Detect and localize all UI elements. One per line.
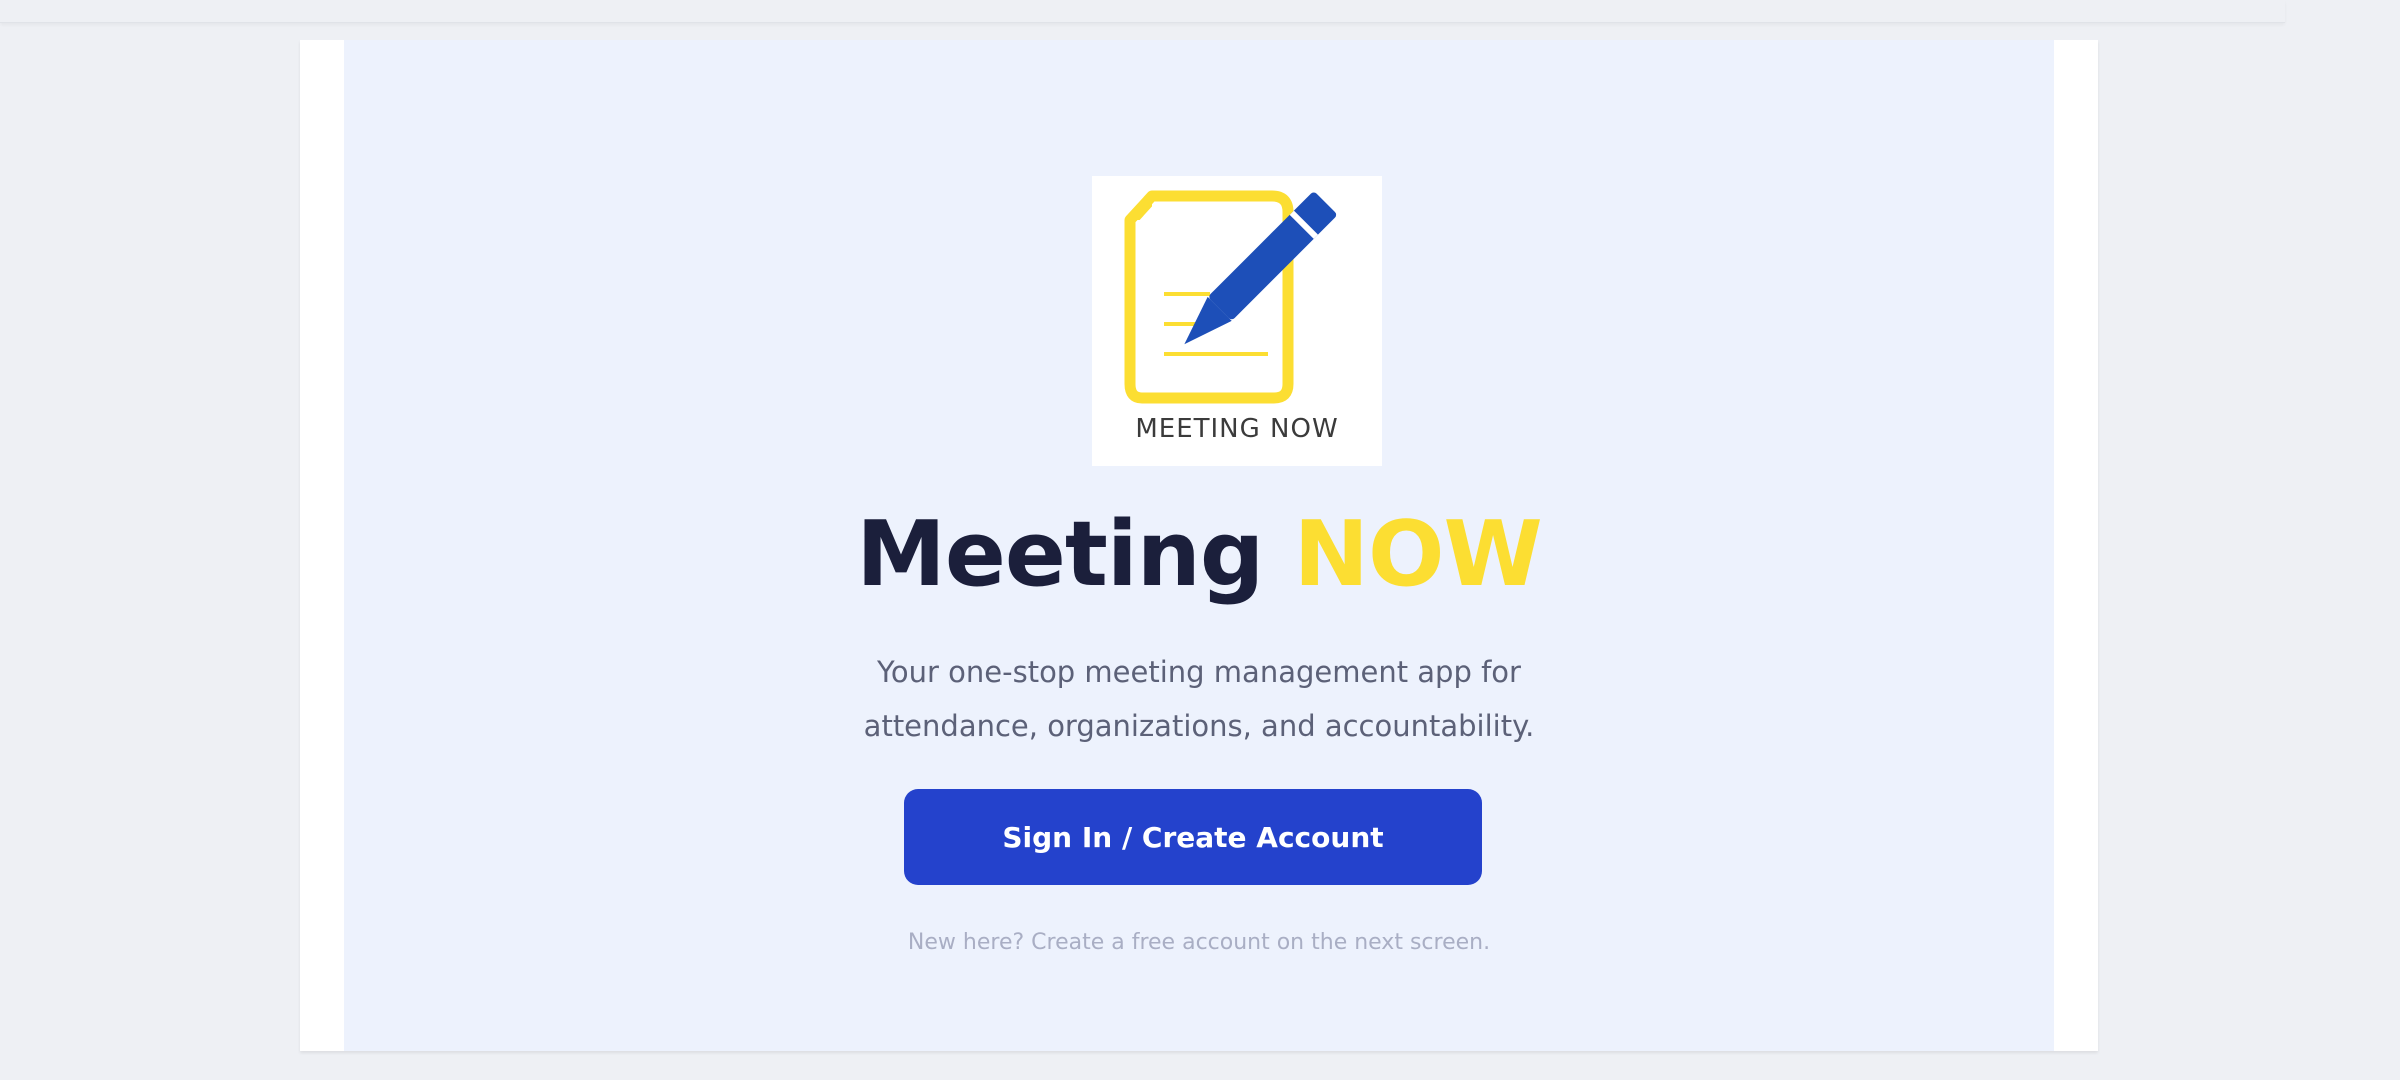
- app-title-main: Meeting: [856, 502, 1264, 607]
- signup-hint: New here? Create a free account on the n…: [907, 930, 1491, 955]
- app-logo: MEETING NOW: [1092, 176, 1382, 466]
- app-title: Meeting NOW: [344, 500, 2054, 610]
- top-bar: [0, 0, 2285, 23]
- app-title-accent: NOW: [1293, 502, 1543, 607]
- logo-caption: MEETING NOW: [1135, 414, 1339, 444]
- welcome-panel: MEETING NOW Meeting NOW Your one-stop me…: [344, 40, 2054, 1051]
- app-frame: MEETING NOW Meeting NOW Your one-stop me…: [300, 40, 2098, 1051]
- app-subtitle-text: Your one-stop meeting management app for…: [863, 655, 1535, 743]
- signin-button[interactable]: Sign In / Create Account: [904, 789, 1482, 885]
- app-subtitle: Your one-stop meeting management app for…: [344, 645, 2054, 753]
